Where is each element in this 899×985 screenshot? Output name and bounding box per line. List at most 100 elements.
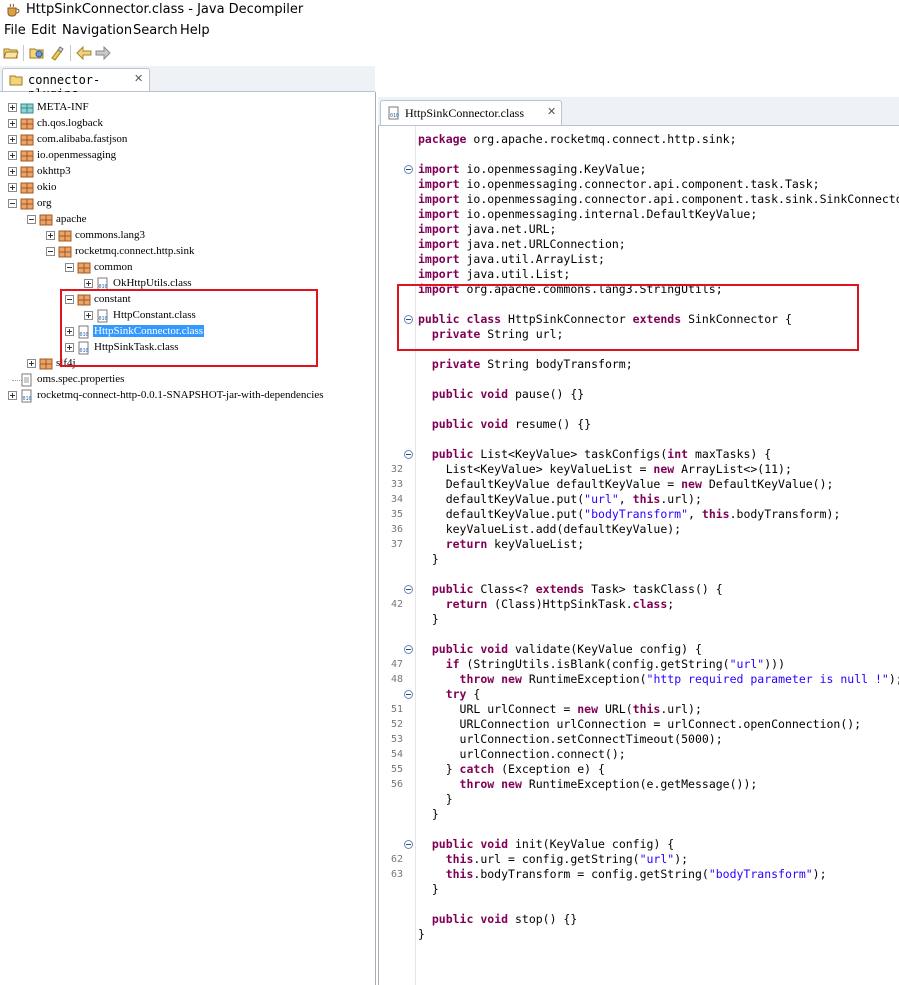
expand-toggle-icon[interactable] [27, 359, 36, 368]
code-line: import java.net.URLConnection; [418, 237, 626, 251]
tree-node[interactable]: apache [0, 212, 375, 228]
line-number: 52 [390, 719, 403, 730]
toolbar [0, 42, 899, 64]
code-line: if (StringUtils.isBlank(config.getString… [445, 657, 785, 671]
tree-node[interactable]: 010 rocketmq-connect-http-0.0.1-SNAPSHOT-… [0, 388, 375, 404]
code-editor[interactable]: package org.apache.rocketmq.connect.http… [378, 126, 899, 985]
package-icon [20, 182, 34, 194]
menu-edit[interactable]: Edit [31, 23, 56, 38]
tree-node-label: okhttp3 [37, 165, 71, 177]
tree-node[interactable]: common [0, 260, 375, 276]
line-number: 56 [390, 779, 403, 790]
package-icon [20, 150, 34, 162]
menu-navigation[interactable]: Navigation [62, 23, 132, 38]
package-tree[interactable]: META-INF ch.qos.logback com.alibaba.fastjs… [0, 92, 376, 985]
open-type-icon[interactable] [29, 45, 45, 61]
expand-toggle-icon[interactable] [8, 391, 17, 400]
expand-toggle-icon[interactable] [8, 167, 17, 176]
package-icon [20, 134, 34, 146]
jar-icon [9, 75, 23, 86]
class-file-icon: 010 [388, 106, 399, 120]
collapse-toggle-icon[interactable] [27, 215, 36, 224]
expand-toggle-icon[interactable] [46, 231, 55, 240]
fold-toggle-icon[interactable] [404, 165, 413, 174]
code-line: private String bodyTransform; [431, 357, 633, 371]
menu-search[interactable]: Search [133, 23, 178, 38]
forward-icon[interactable] [95, 45, 111, 61]
package-icon [20, 198, 34, 210]
code-line: } [418, 612, 439, 626]
code-line: } [418, 552, 439, 566]
tree-node-label: commons.lang3 [75, 229, 145, 241]
line-number: 63 [390, 869, 403, 880]
code-line: throw new RuntimeException(e.getMessage(… [459, 777, 758, 791]
menu-file[interactable]: File [4, 23, 26, 38]
package-icon [20, 118, 34, 130]
package-icon [58, 246, 72, 258]
code-line: import java.util.ArrayList; [418, 252, 605, 266]
code-line: package org.apache.rocketmq.connect.http… [418, 132, 737, 146]
code-line: this.bodyTransform = config.getString("b… [445, 867, 827, 881]
tree-node[interactable]: oms.spec.properties [0, 372, 375, 388]
tree-node[interactable]: io.openmessaging [0, 148, 375, 164]
svg-text:010: 010 [23, 396, 32, 402]
fold-toggle-icon[interactable] [404, 585, 413, 594]
line-number: 47 [390, 659, 403, 670]
package-icon [77, 262, 91, 274]
code-line: defaultKeyValue.put("bodyTransform", thi… [418, 507, 841, 521]
tree-node[interactable]: ch.qos.logback [0, 116, 375, 132]
tree-node[interactable]: com.alibaba.fastjson [0, 132, 375, 148]
tree-node[interactable]: META-INF [0, 100, 375, 116]
tree-node[interactable]: okhttp3 [0, 164, 375, 180]
code-line: } [418, 792, 453, 806]
expand-toggle-icon[interactable] [8, 103, 17, 112]
code-line: DefaultKeyValue defaultKeyValue = new De… [418, 477, 834, 491]
annotation-box-code [397, 284, 859, 351]
tab-connector-plugins[interactable]: connector-plugins ✕ [2, 68, 150, 101]
code-line: public void stop() {} [431, 912, 578, 926]
close-icon[interactable]: ✕ [547, 105, 556, 118]
folder-icon [20, 103, 34, 114]
tab-httpsinkconnector[interactable]: 010 HttpSinkConnector.class ✕ [380, 100, 562, 125]
window-title: HttpSinkConnector.class - Java Decompile… [26, 2, 304, 17]
tree-node[interactable]: commons.lang3 [0, 228, 375, 244]
code-line: import io.openmessaging.KeyValue; [418, 162, 647, 176]
tree-node[interactable]: org [0, 196, 375, 212]
expand-toggle-icon[interactable] [8, 183, 17, 192]
code-line: List<KeyValue> keyValueList = new ArrayL… [418, 462, 792, 476]
code-line: import io.openmessaging.connector.api.co… [418, 192, 899, 206]
collapse-toggle-icon[interactable] [8, 199, 17, 208]
fold-toggle-icon[interactable] [404, 645, 413, 654]
fold-toggle-icon[interactable] [404, 690, 413, 699]
line-number: 51 [390, 704, 403, 715]
fold-toggle-icon[interactable] [404, 450, 413, 459]
code-line: public void pause() {} [431, 387, 585, 401]
search-icon[interactable] [49, 45, 65, 61]
fold-toggle-icon[interactable] [404, 840, 413, 849]
tree-node[interactable]: okio [0, 180, 375, 196]
tree-node-label: org [37, 197, 52, 209]
tree-node-label: rocketmq-connect-http-0.0.1-SNAPSHOT-jar… [37, 389, 324, 401]
open-file-icon[interactable] [3, 45, 19, 61]
expand-toggle-icon[interactable] [84, 279, 93, 288]
back-icon[interactable] [76, 45, 92, 61]
expand-toggle-icon[interactable] [8, 135, 17, 144]
file-icon [21, 373, 32, 387]
coffee-cup-icon [7, 3, 20, 17]
tree-node[interactable]: rocketmq.connect.http.sink [0, 244, 375, 260]
tree-node-label: ch.qos.logback [37, 117, 103, 129]
tree-node-label: common [94, 261, 133, 273]
code-line: throw new RuntimeException("http require… [459, 672, 899, 686]
line-number: 53 [390, 734, 403, 745]
line-number: 48 [390, 674, 403, 685]
expand-toggle-icon[interactable] [8, 119, 17, 128]
expand-toggle-icon[interactable] [8, 151, 17, 160]
code-line: defaultKeyValue.put("url", this.url); [418, 492, 702, 506]
menu-help[interactable]: Help [180, 23, 210, 38]
annotation-box-tree [60, 289, 318, 367]
collapse-toggle-icon[interactable] [65, 263, 74, 272]
line-number: 37 [390, 539, 403, 550]
close-icon[interactable]: ✕ [134, 72, 143, 85]
tab-label: HttpSinkConnector.class [405, 106, 524, 120]
collapse-toggle-icon[interactable] [46, 247, 55, 256]
